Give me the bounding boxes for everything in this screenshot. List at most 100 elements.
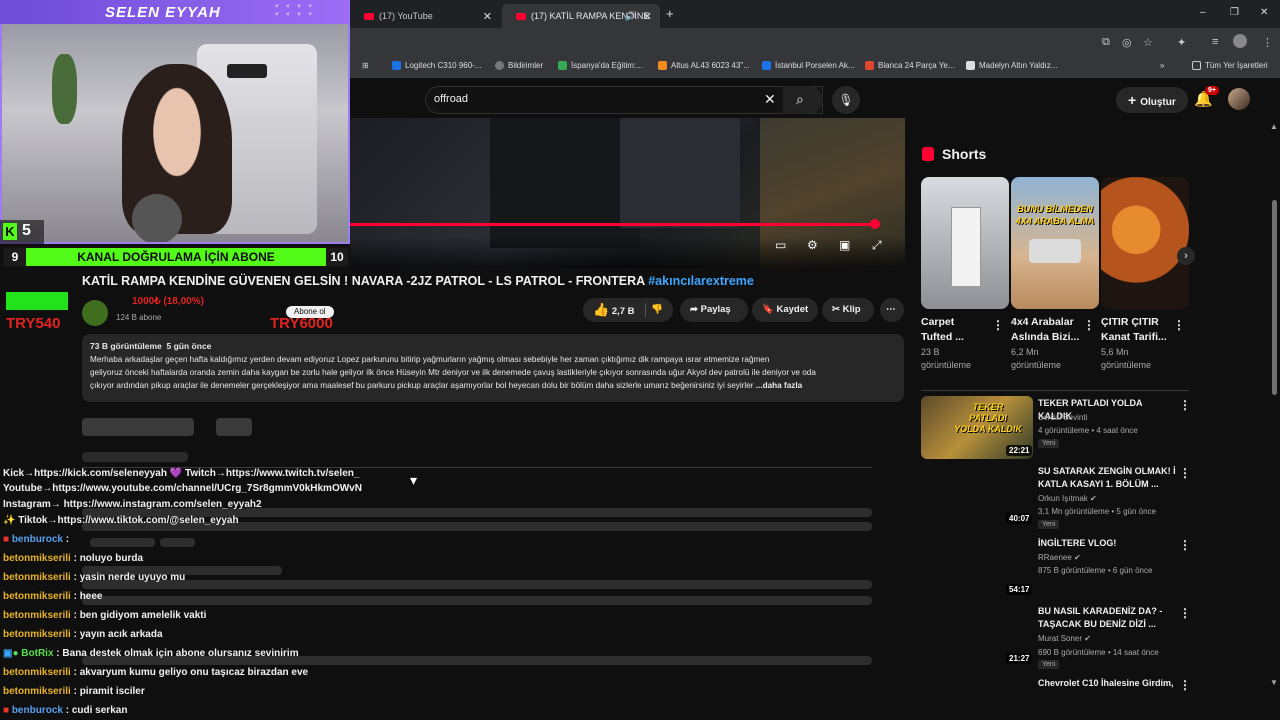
short-thumbnail[interactable] bbox=[921, 177, 1009, 309]
viewer-count: 5 bbox=[22, 222, 31, 239]
bookmark-overflow-icon[interactable]: » bbox=[1160, 61, 1164, 70]
short-views: 23 B görüntüleme bbox=[921, 346, 971, 372]
shorts-heading: Shorts bbox=[922, 146, 986, 162]
scroll-down-icon[interactable]: ▼ bbox=[1270, 678, 1278, 687]
short-thumbnail[interactable]: BUNU BİLMEDEN 4X4 ARABA ALMA bbox=[1011, 177, 1099, 309]
bookmark-item[interactable]: İspanya'da Eğitim:... bbox=[558, 61, 643, 70]
search-button[interactable]: ⌕ bbox=[783, 86, 823, 114]
short-title[interactable]: ÇITIR ÇITIR Kanat Tarifi... bbox=[1101, 315, 1167, 345]
bookmark-item[interactable]: Madelyn Altın Yaldız... bbox=[966, 61, 1057, 70]
share-button[interactable]: ➦ Paylaş bbox=[680, 298, 748, 322]
short-title[interactable]: 4x4 Arabalar Aslında Bizi... bbox=[1011, 315, 1079, 345]
avatar[interactable] bbox=[1228, 88, 1250, 110]
video-progress-bar[interactable] bbox=[350, 223, 875, 226]
apps-icon[interactable]: ⊞ bbox=[362, 61, 369, 70]
chat-text: akvaryum kumu geliyo onu taşıcaz birazda… bbox=[79, 667, 309, 678]
related-channel[interactable]: Orkun Işıtmak ✔ bbox=[1038, 492, 1097, 505]
voice-search-button[interactable]: 🎙 bbox=[832, 86, 860, 114]
bookmark-item[interactable]: Altus AL43 6023 43"... bbox=[658, 61, 750, 70]
title-line: Chevrolet C10 İhalesine Girdim, bbox=[1038, 678, 1174, 688]
miniplayer-icon[interactable]: ▣ bbox=[839, 238, 850, 252]
title-line: TAŞACAK BU DENİZ DİZİ ... bbox=[1038, 619, 1156, 629]
chat-username: BotRix bbox=[21, 648, 54, 659]
channel-avatar[interactable] bbox=[82, 300, 108, 326]
related-meta: 875 B görüntüleme • 6 gün önce bbox=[1038, 566, 1153, 575]
related-video-title[interactable]: Chevrolet C10 İhalesine Girdim, bbox=[1038, 677, 1188, 690]
bookmark-item[interactable]: Blanca 24 Parça Ye... bbox=[865, 61, 955, 70]
clear-search-icon[interactable]: ✕ bbox=[764, 91, 776, 108]
tab-video[interactable]: (17) KATİL RAMPA KENDİNE 🔊 ✕ bbox=[502, 4, 660, 28]
page-scrollbar[interactable] bbox=[1272, 200, 1277, 395]
verified-icon: ✔ bbox=[1090, 494, 1097, 503]
bookmark-item[interactable]: Bildirimler bbox=[495, 61, 543, 70]
short-thumbnail[interactable] bbox=[1101, 177, 1189, 309]
plus-icon: + bbox=[1128, 92, 1137, 108]
related-channel[interactable]: Murat Soner ✔ bbox=[1038, 632, 1091, 645]
bookmark-item[interactable]: İstanbul Porselen Ak... bbox=[762, 61, 855, 70]
microphone-icon bbox=[132, 194, 182, 242]
more-vertical-icon[interactable]: ⋮ bbox=[1179, 466, 1191, 480]
chat-text: piramit isciler bbox=[79, 686, 145, 697]
hide-icon[interactable]: ◎ bbox=[1122, 36, 1132, 49]
all-bookmarks[interactable]: Tüm Yer İşaretleri bbox=[1192, 61, 1268, 70]
thumbs-up-icon: 👍 bbox=[593, 302, 610, 317]
video-player[interactable] bbox=[350, 118, 905, 268]
new-tab-icon[interactable]: + bbox=[666, 6, 674, 21]
more-vertical-icon[interactable]: ⋮ bbox=[1173, 318, 1185, 332]
fullscreen-icon[interactable]: ⤢ bbox=[872, 238, 882, 253]
dislike-button[interactable]: 👎 bbox=[651, 298, 663, 322]
short-title[interactable]: Carpet Tufted ... bbox=[921, 315, 964, 345]
description-box[interactable]: 73 B görüntüleme 5 gün önce Merhaba arka… bbox=[82, 334, 904, 402]
related-channel[interactable]: Serdal Sevinti bbox=[1038, 411, 1087, 424]
chat-message: ▣● BotRix : Bana destek olmak için abone… bbox=[3, 648, 299, 659]
chat-username: benburock bbox=[11, 705, 63, 716]
search-value: offroad bbox=[434, 93, 469, 105]
progress-scrubber[interactable] bbox=[870, 219, 880, 229]
video-hashtag[interactable]: #akıncılarextreme bbox=[648, 274, 754, 288]
settings-gear-icon[interactable]: ⚙ bbox=[807, 238, 818, 252]
scroll-up-icon[interactable]: ▲ bbox=[1270, 122, 1278, 131]
more-vertical-icon[interactable]: ⋮ bbox=[1179, 678, 1191, 692]
related-video-title[interactable]: İNGİLTERE VLOG! bbox=[1038, 537, 1178, 550]
address-bar[interactable]: ⧉ ◎ ☆ ✦ ≡ ⋮ bbox=[350, 28, 1280, 56]
bookmark-item[interactable]: Logitech C310 960-... bbox=[392, 61, 482, 70]
maximize-icon[interactable]: ❐ bbox=[1230, 7, 1239, 18]
minimize-icon[interactable]: – bbox=[1200, 7, 1206, 18]
extensions-icon[interactable]: ✦ bbox=[1177, 36, 1186, 49]
more-vertical-icon[interactable]: ⋮ bbox=[1083, 318, 1095, 332]
subtitles-icon[interactable]: ▭ bbox=[775, 238, 786, 252]
related-video-title[interactable]: SU SATARAK ZENGİN OLMAK! İ KATLA KASAYI 1… bbox=[1038, 465, 1178, 491]
like-dislike-group: 👍 2,7 B 👎 bbox=[583, 298, 673, 322]
close-window-icon[interactable]: ✕ bbox=[1260, 7, 1268, 18]
menu-icon[interactable]: ⋮ bbox=[1262, 36, 1273, 49]
save-button[interactable]: 🔖 Kaydet bbox=[752, 298, 818, 322]
more-vertical-icon[interactable]: ⋮ bbox=[1179, 606, 1191, 620]
more-actions-button[interactable]: ⋯ bbox=[880, 298, 904, 322]
short-views-line: 23 B bbox=[921, 347, 940, 357]
audio-playing-icon[interactable]: 🔊 bbox=[625, 11, 636, 22]
more-vertical-icon[interactable]: ⋮ bbox=[1179, 398, 1191, 412]
install-app-icon[interactable]: ⧉ bbox=[1102, 36, 1110, 49]
overlay-decoration: × × × × × × × × bbox=[275, 4, 316, 18]
more-vertical-icon[interactable]: ⋮ bbox=[1179, 538, 1191, 552]
tab-search-icon[interactable]: ≡ bbox=[1212, 36, 1218, 48]
bookmark-label: Madelyn Altın Yaldız... bbox=[979, 61, 1058, 70]
bookmark-label: İstanbul Porselen Ak... bbox=[775, 61, 855, 70]
tab-youtube[interactable]: (17) YouTube ✕ bbox=[350, 4, 500, 28]
star-icon[interactable]: ☆ bbox=[1143, 36, 1153, 49]
related-channel[interactable]: RRaenee ✔ bbox=[1038, 551, 1081, 564]
close-tab-icon[interactable]: ✕ bbox=[483, 10, 492, 23]
chair-logo bbox=[227, 64, 267, 78]
save-label: Kaydet bbox=[776, 304, 809, 315]
related-video-title[interactable]: BU NASIL KARADENİZ DA? - TAŞACAK BU DENİZ… bbox=[1038, 605, 1178, 631]
goal-current: 9 bbox=[4, 248, 26, 266]
clip-button[interactable]: ✂ Klip bbox=[822, 298, 874, 322]
profile-avatar[interactable] bbox=[1233, 34, 1247, 48]
close-tab-icon[interactable]: ✕ bbox=[643, 10, 652, 23]
create-button[interactable]: + Oluştur bbox=[1116, 87, 1188, 113]
show-more-link[interactable]: ...daha fazla bbox=[756, 379, 802, 392]
chat-username: benburock bbox=[11, 534, 63, 545]
shorts-next-arrow-icon[interactable]: › bbox=[1177, 247, 1195, 265]
like-button[interactable]: 👍 2,7 B bbox=[593, 302, 635, 317]
more-vertical-icon[interactable]: ⋮ bbox=[992, 318, 1004, 332]
